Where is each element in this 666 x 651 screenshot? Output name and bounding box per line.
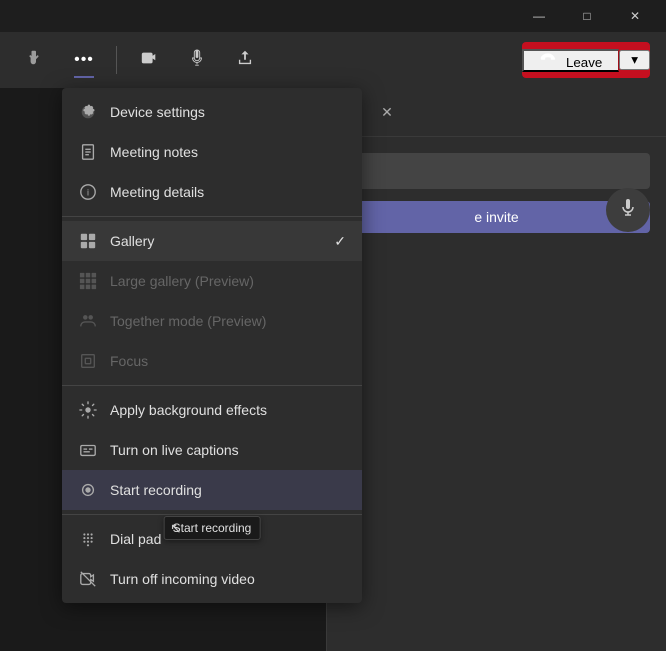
focus-label: Focus (110, 353, 346, 369)
live-captions-icon (78, 440, 98, 460)
menu-item-focus: Focus (62, 341, 362, 381)
menu-item-turn-off-video[interactable]: Turn off incoming video (62, 559, 362, 599)
large-gallery-label: Large gallery (Preview) (110, 273, 346, 289)
device-settings-icon (78, 102, 98, 122)
dropdown-menu: Device settings Meeting notes i Meeting det… (62, 88, 362, 603)
raise-hand-button[interactable] (16, 40, 56, 80)
menu-item-together-mode: Together mode (Preview) (62, 301, 362, 341)
meeting-details-label: Meeting details (110, 184, 346, 200)
leave-button-group: Leave ▾ (522, 42, 650, 78)
large-gallery-icon (78, 271, 98, 291)
menu-divider-3 (62, 216, 362, 217)
leave-main-button[interactable]: Leave (522, 49, 619, 72)
focus-icon (78, 351, 98, 371)
side-panel: ••• ✕ e invite (326, 88, 666, 651)
gallery-icon (78, 231, 98, 251)
hand-icon (27, 49, 45, 72)
leave-label: Leave (566, 55, 602, 70)
leave-arrow-button[interactable]: ▾ (619, 50, 650, 70)
together-mode-label: Together mode (Preview) (110, 313, 346, 329)
svg-text:i: i (87, 188, 89, 198)
side-panel-header: ••• ✕ (327, 88, 666, 137)
copy-invite-button[interactable]: e invite (343, 201, 650, 233)
panel-mic-button[interactable] (606, 188, 650, 232)
gallery-checkmark: ✓ (334, 233, 346, 250)
separator-1 (116, 46, 117, 74)
share-icon (236, 49, 254, 72)
menu-item-meeting-details[interactable]: i Meeting details (62, 172, 362, 212)
background-effects-icon (78, 400, 98, 420)
menu-item-live-captions[interactable]: Turn on live captions (62, 430, 362, 470)
start-recording-label: Start recording (110, 482, 346, 498)
floating-mic (606, 188, 650, 232)
turn-off-video-label: Turn off incoming video (110, 571, 346, 587)
mic-button[interactable] (177, 40, 217, 80)
menu-item-background-effects[interactable]: Apply background effects (62, 390, 362, 430)
device-settings-label: Device settings (110, 104, 346, 120)
close-button[interactable]: ✕ (612, 0, 658, 32)
menu-divider-8 (62, 385, 362, 386)
mic-icon (188, 49, 206, 72)
gallery-label: Gallery (110, 233, 346, 249)
background-effects-label: Apply background effects (110, 402, 346, 418)
more-icon: ••• (74, 51, 94, 69)
more-button[interactable]: ••• (64, 40, 104, 80)
share-button[interactable] (225, 40, 265, 80)
title-bar: — □ ✕ (0, 0, 666, 32)
turn-off-video-icon (78, 569, 98, 589)
minimize-button[interactable]: — (516, 0, 562, 32)
menu-item-gallery[interactable]: Gallery✓ (62, 221, 362, 261)
phone-icon (540, 55, 560, 70)
live-captions-label: Turn on live captions (110, 442, 346, 458)
video-icon (140, 49, 158, 72)
menu-item-meeting-notes[interactable]: Meeting notes (62, 132, 362, 172)
panel-mic-icon (618, 198, 638, 223)
start-recording-tooltip: Start recording (164, 516, 261, 540)
meeting-details-icon: i (78, 182, 98, 202)
invite-bar (343, 153, 650, 189)
menu-item-start-recording[interactable]: Start recordingStart recording (62, 470, 362, 510)
panel-close-icon[interactable]: ✕ (375, 100, 399, 124)
menu-item-device-settings[interactable]: Device settings (62, 92, 362, 132)
menu-item-large-gallery: Large gallery (Preview) (62, 261, 362, 301)
maximize-button[interactable]: □ (564, 0, 610, 32)
toolbar: ••• (0, 32, 666, 88)
chevron-down-icon: ▾ (631, 52, 638, 67)
meeting-notes-icon (78, 142, 98, 162)
meeting-notes-label: Meeting notes (110, 144, 346, 160)
menu-divider-12 (62, 514, 362, 515)
dial-pad-icon (78, 529, 98, 549)
together-mode-icon (78, 311, 98, 331)
video-button[interactable] (129, 40, 169, 80)
start-recording-icon (78, 480, 98, 500)
